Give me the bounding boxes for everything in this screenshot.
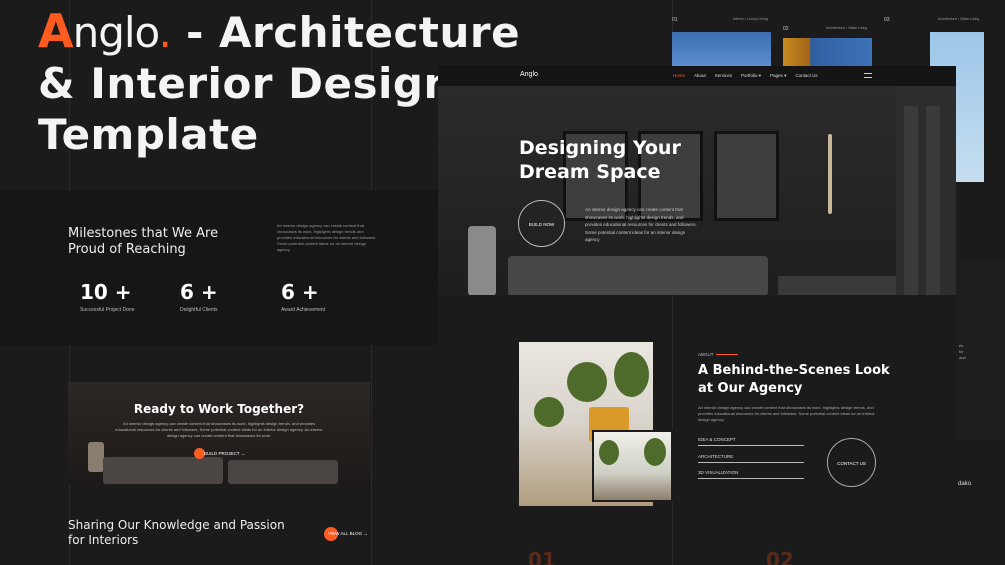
plant: [614, 352, 649, 397]
gallery-image-sky[interactable]: [672, 32, 771, 67]
cta-card: Ready to Work Together? An interior desi…: [68, 382, 370, 484]
about-item-architecture[interactable]: ARCHITECTURE: [698, 454, 804, 463]
milestones-section: Milestones that We Are Proud of Reaching…: [0, 190, 438, 345]
about-item-concept[interactable]: IDEA & CONCEPT: [698, 437, 804, 446]
milestones-heading: Milestones that We Are Proud of Reaching: [68, 226, 219, 257]
wall-light: [828, 134, 832, 214]
anglo-logo: Anglo.: [38, 4, 172, 58]
gallery-number: 01: [672, 17, 678, 23]
stat-label: Delightful Clients: [180, 307, 218, 313]
about-item-visualization[interactable]: 3D VISUALIZATION: [698, 470, 804, 479]
plant: [534, 397, 564, 427]
about-description: An interior design agency can create con…: [698, 405, 875, 422]
living-room-image: [438, 86, 956, 295]
milestones-description: An interior design agency can create con…: [277, 223, 377, 252]
blog-heading: Sharing Our Knowledge and Passion for In…: [68, 518, 285, 547]
right-edge-logo: dako.: [958, 481, 973, 487]
plant: [599, 440, 619, 465]
build-project-button[interactable]: BUILD PROJECT →: [194, 448, 253, 459]
section-number: 01: [528, 548, 556, 565]
nav-services[interactable]: Services: [715, 73, 732, 79]
about-image-room: [592, 430, 673, 502]
stat-awards: 6 + Award Achievement: [281, 280, 325, 313]
hero-title-line1: - Architecture: [186, 8, 521, 57]
nav-bar: Anglo. Home About Services Portfolio ▾ P…: [438, 66, 956, 86]
stat-number: 6 +: [180, 280, 218, 304]
contact-us-button[interactable]: CONTACT US: [827, 438, 876, 487]
stat-projects: 10 + Successful Project Done: [80, 280, 134, 313]
accent-line: [716, 354, 738, 355]
view-all-blog-button[interactable]: VIEW ALL BLOG →: [324, 527, 368, 541]
section-number: 02: [766, 548, 794, 565]
plant: [644, 438, 666, 466]
hero-screen-mockup: Anglo. Home About Services Portfolio ▾ P…: [438, 66, 956, 295]
nav-contact[interactable]: Contact Us: [795, 73, 817, 79]
build-now-button[interactable]: BUILD NOW: [518, 200, 565, 247]
menu-icon[interactable]: [864, 73, 872, 78]
plant: [567, 362, 607, 402]
nav-pages[interactable]: Pages ▾: [770, 73, 786, 79]
stat-number: 6 +: [281, 280, 319, 304]
floor-lamp-image: [88, 442, 104, 472]
nav-portfolio[interactable]: Portfolio ▾: [741, 73, 761, 79]
nav-links: Home About Services Portfolio ▾ Pages ▾ …: [673, 73, 818, 79]
wall-frame: [714, 131, 779, 221]
sofa: [508, 256, 768, 295]
stat-label: Award Achievement: [281, 307, 326, 313]
gallery-caption: Interior • Luxury Living: [733, 17, 768, 21]
gallery-caption: Architecture • Villain Living: [826, 26, 868, 30]
gallery-caption: Architecture • Villain Living: [938, 17, 980, 21]
cta-title: Ready to Work Together?: [133, 402, 305, 416]
stat-label: Successful Project Done: [80, 307, 135, 313]
stat-number: 10 +: [80, 280, 132, 304]
window: [896, 86, 956, 295]
floor-lamp: [468, 226, 496, 295]
sofa-image: [228, 460, 338, 484]
stat-clients: 6 + Delightful Clients: [180, 280, 218, 313]
nav-home[interactable]: Home: [673, 73, 685, 79]
gallery-image-building[interactable]: [783, 38, 872, 67]
gallery-number: 03: [884, 17, 890, 23]
cta-description: An interior design agency can create con…: [115, 421, 323, 438]
gallery-number: 02: [783, 26, 789, 32]
screen-title: Designing Your Dream Space: [519, 137, 681, 183]
about-title: A Behind-the-Scenes Look at Our Agency: [698, 363, 890, 396]
brand-logo[interactable]: Anglo.: [520, 71, 540, 78]
nav-about[interactable]: About: [694, 73, 706, 79]
right-edge-text: es for and: [959, 343, 966, 360]
screen-description: An interior design agency can create con…: [585, 207, 697, 242]
sofa-image: [103, 457, 223, 484]
about-label: ABOUT: [698, 352, 714, 357]
